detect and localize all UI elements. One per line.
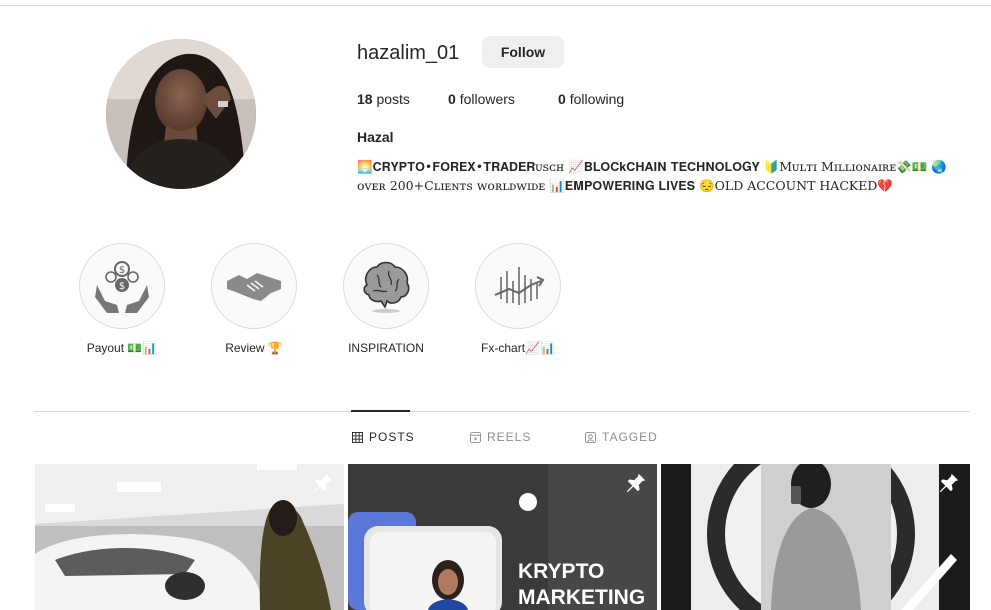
- tab-reels-label: REELS: [487, 430, 532, 444]
- posts-count: 18: [357, 91, 373, 107]
- posts-count-stat[interactable]: 18 posts: [357, 91, 410, 107]
- tabs-divider: [34, 411, 970, 412]
- highlight-fx-chart[interactable]: Fx-chart📈📊: [475, 243, 561, 355]
- posts-label: posts: [376, 91, 410, 107]
- profile-bio: 🌅𝐂𝐑𝐘𝐏𝐓𝐎•𝐅𝐎𝐑𝐄𝐗•𝐓𝐑𝐀𝐃𝐄𝐑ᴜꜱᴄʜ 📈𝐁𝐋𝐎𝐂𝐤𝐂𝐇𝐀𝐈𝐍 𝐓𝐄𝐂…: [357, 159, 947, 193]
- svg-text:$: $: [119, 281, 125, 292]
- followers-count: 0: [448, 91, 456, 107]
- tab-reels[interactable]: REELS: [470, 430, 531, 444]
- following-label: following: [569, 91, 625, 107]
- svg-text:$: $: [119, 265, 125, 276]
- follow-button[interactable]: Follow: [482, 36, 564, 68]
- post-tile[interactable]: [35, 464, 344, 610]
- post-caption: KRYPTO MARKETING: [518, 560, 646, 609]
- highlight-payout[interactable]: $ $ Payout 💵📊: [79, 243, 165, 355]
- tab-tagged-label: TAGGED: [602, 430, 658, 444]
- following-count: 0: [558, 91, 566, 107]
- highlight-label: Review 🏆: [225, 341, 283, 355]
- followers-label: followers: [459, 91, 515, 107]
- tagged-icon: [585, 431, 596, 443]
- tab-posts-label: POSTS: [369, 430, 415, 444]
- highlight-cover: $ $: [79, 243, 165, 329]
- tab-tagged[interactable]: TAGGED: [585, 430, 658, 444]
- profile-full-name: Hazal: [357, 129, 394, 145]
- highlight-inspiration[interactable]: INSPIRATION: [343, 243, 429, 355]
- highlight-label: Fx-chart📈📊: [481, 341, 555, 355]
- profile-avatar[interactable]: [106, 39, 256, 189]
- pin-icon: [626, 473, 646, 493]
- handshake-icon: [227, 273, 281, 301]
- highlight-cover: [211, 243, 297, 329]
- highlight-cover: [343, 243, 429, 329]
- pin-icon: [939, 473, 959, 493]
- post-image: [661, 464, 970, 610]
- following-stat[interactable]: 0 following: [558, 91, 624, 107]
- profile-username: hazalim_01: [357, 42, 460, 64]
- post-image: [35, 464, 344, 610]
- highlight-label: INSPIRATION: [348, 341, 424, 355]
- post-tile[interactable]: KRYPTO MARKETING: [348, 464, 657, 610]
- money-hands-icon: $ $: [95, 261, 149, 313]
- chart-icon: [494, 267, 545, 305]
- brain-icon: [363, 261, 410, 313]
- active-tab-indicator: [351, 410, 410, 412]
- highlight-review[interactable]: Review 🏆: [211, 243, 297, 355]
- followers-stat[interactable]: 0 followers: [448, 91, 515, 107]
- reels-icon: [470, 431, 481, 443]
- pin-icon: [313, 473, 333, 493]
- tab-posts[interactable]: POSTS: [352, 430, 415, 444]
- highlight-label: Payout 💵📊: [86, 341, 158, 355]
- highlight-cover: [475, 243, 561, 329]
- post-tile[interactable]: [661, 464, 970, 610]
- top-border: [0, 5, 991, 6]
- grid-icon: [352, 431, 363, 443]
